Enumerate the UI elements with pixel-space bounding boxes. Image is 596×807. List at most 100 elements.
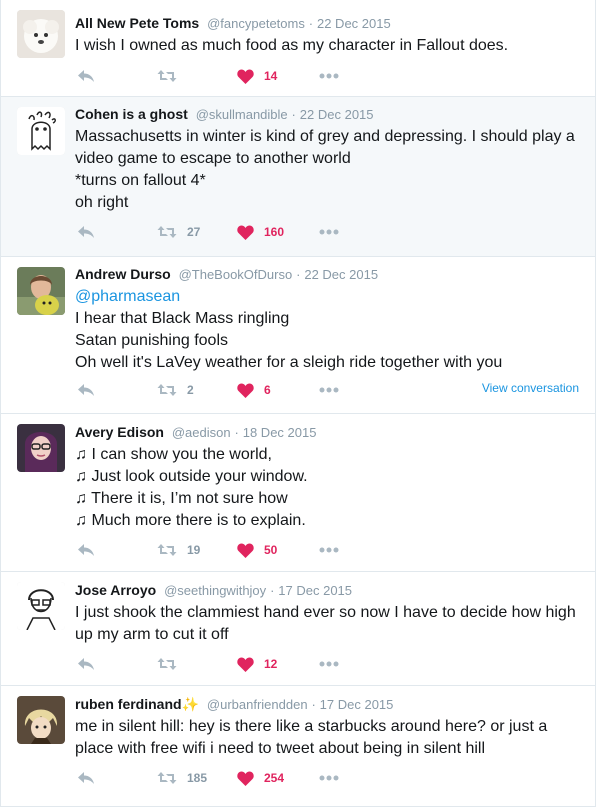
user-handle[interactable]: @skullmandible [196,107,288,122]
user-name[interactable]: Avery Edison [75,424,164,440]
tweet-text-line: Massachusetts in winter is kind of grey … [75,128,575,145]
tweet-header: Andrew Durso @TheBookOfDurso · 22 Dec 20… [75,265,583,284]
retweet-button[interactable]: 27 [157,222,200,242]
avatar[interactable] [17,696,65,744]
tweet-text-line: ♫ Just look outside your window. [75,468,308,485]
user-name[interactable]: ruben ferdinand [75,696,182,712]
avatar[interactable] [17,582,65,630]
tweet[interactable]: ruben ferdinand✨ @urbanfriendden · 17 De… [1,686,595,807]
tweet-actions: 14 [75,66,583,86]
like-count: 12 [264,657,278,671]
tweet-text-line: ♫ Much more there is to explain. [75,512,306,529]
reply-icon [78,772,94,784]
tweet-header: All New Pete Toms @fancypetetoms · 22 De… [75,14,583,33]
separator: · [311,697,316,712]
avatar[interactable] [17,10,65,58]
more-button[interactable] [319,654,339,674]
reply-button[interactable] [77,768,95,788]
reply-button[interactable] [77,222,95,242]
like-button[interactable]: 50 [237,540,277,560]
heart-icon [237,542,254,558]
tweet-actions: 2 6 View conversation [75,380,583,400]
more-icon [319,229,339,235]
more-icon [319,775,339,781]
more-icon [319,661,339,667]
retweet-icon [157,226,177,238]
retweet-button[interactable] [157,66,187,86]
more-icon [319,387,339,393]
separator: · [308,16,314,31]
more-button[interactable] [319,380,339,400]
like-count: 254 [264,771,285,785]
tweet-text: I wish I owned as much food as my charac… [75,35,583,57]
timestamp[interactable]: 22 Dec 2015 [304,267,378,282]
retweet-icon [157,772,177,784]
tweet-text-line: ♫ I can show you the world, [75,446,272,463]
tweet-text-line: place with free wifi i need to tweet abo… [75,740,486,757]
user-handle[interactable]: @urbanfriendden [207,697,308,712]
retweet-icon [157,544,177,556]
like-button[interactable]: 6 [237,380,271,400]
user-name[interactable]: Cohen is a ghost [75,106,188,122]
reply-icon [78,70,94,82]
tweet[interactable]: All New Pete Toms @fancypetetoms · 22 De… [1,0,595,97]
tweet-text-line: I just shook the clammiest hand ever so … [75,604,576,621]
user-handle[interactable]: @TheBookOfDurso [179,267,293,282]
user-handle[interactable]: @aedison [172,425,231,440]
tweet-actions: 19 50 [75,540,583,560]
retweet-button[interactable]: 19 [157,540,200,560]
tweet[interactable]: Avery Edison @aedison · 18 Dec 2015 ♫ I … [1,414,595,572]
retweet-icon [157,384,177,396]
tweet-actions: 12 [75,654,583,674]
separator: · [234,425,239,440]
reply-button[interactable] [77,654,95,674]
retweet-button[interactable]: 185 [157,768,207,788]
heart-icon [237,68,254,84]
retweet-count: 185 [187,771,208,785]
user-name[interactable]: All New Pete Toms [75,15,199,31]
user-name[interactable]: Jose Arroyo [75,582,156,598]
retweet-button[interactable] [157,654,187,674]
user-handle[interactable]: @fancypetetoms [207,16,305,31]
cartoon-avatar-image [17,582,65,630]
tweet-text: @pharmasean I hear that Black Mass ringl… [75,286,583,374]
heart-icon [237,382,254,398]
reply-button[interactable] [77,540,95,560]
avatar[interactable] [17,107,65,155]
tweet-header: ruben ferdinand✨ @urbanfriendden · 17 De… [75,695,583,714]
like-button[interactable]: 14 [237,66,277,86]
tweet-text-line: me in silent hill: hey is there like a s… [75,718,548,735]
more-button[interactable] [319,222,339,242]
tweet[interactable]: Cohen is a ghost @skullmandible · 22 Dec… [1,97,595,257]
like-button[interactable]: 12 [237,654,277,674]
timestamp[interactable]: 18 Dec 2015 [243,425,317,440]
timestamp[interactable]: 17 Dec 2015 [278,583,352,598]
like-button[interactable]: 160 [237,222,284,242]
like-button[interactable]: 254 [237,768,284,788]
user-name[interactable]: Andrew Durso [75,266,171,282]
more-button[interactable] [319,768,339,788]
timestamp[interactable]: 22 Dec 2015 [317,16,391,31]
reply-button[interactable] [77,66,95,86]
reply-icon [78,658,94,670]
tweet-text-line: video game to escape to another world [75,150,351,167]
avatar[interactable] [17,267,65,315]
view-conversation-link[interactable]: View conversation [482,380,579,396]
user-handle[interactable]: @seethingwithjoy [164,583,266,598]
timestamp[interactable]: 17 Dec 2015 [320,697,394,712]
reply-button[interactable] [77,380,95,400]
more-button[interactable] [319,540,339,560]
like-count: 50 [264,543,278,557]
ghost-avatar-image [17,107,65,155]
avatar[interactable] [17,424,65,472]
tweet[interactable]: Andrew Durso @TheBookOfDurso · 22 Dec 20… [1,257,595,414]
timestamp[interactable]: 22 Dec 2015 [300,107,374,122]
like-count: 14 [264,69,278,83]
mention-link[interactable]: @pharmasean [75,286,583,308]
more-icon [319,547,339,553]
more-button[interactable] [319,66,339,86]
tweet[interactable]: Jose Arroyo @seethingwithjoy · 17 Dec 20… [1,572,595,686]
retweet-icon [157,658,177,670]
tweet-text-line: Oh well it's LaVey weather for a sleigh … [75,354,503,371]
retweet-button[interactable]: 2 [157,380,194,400]
